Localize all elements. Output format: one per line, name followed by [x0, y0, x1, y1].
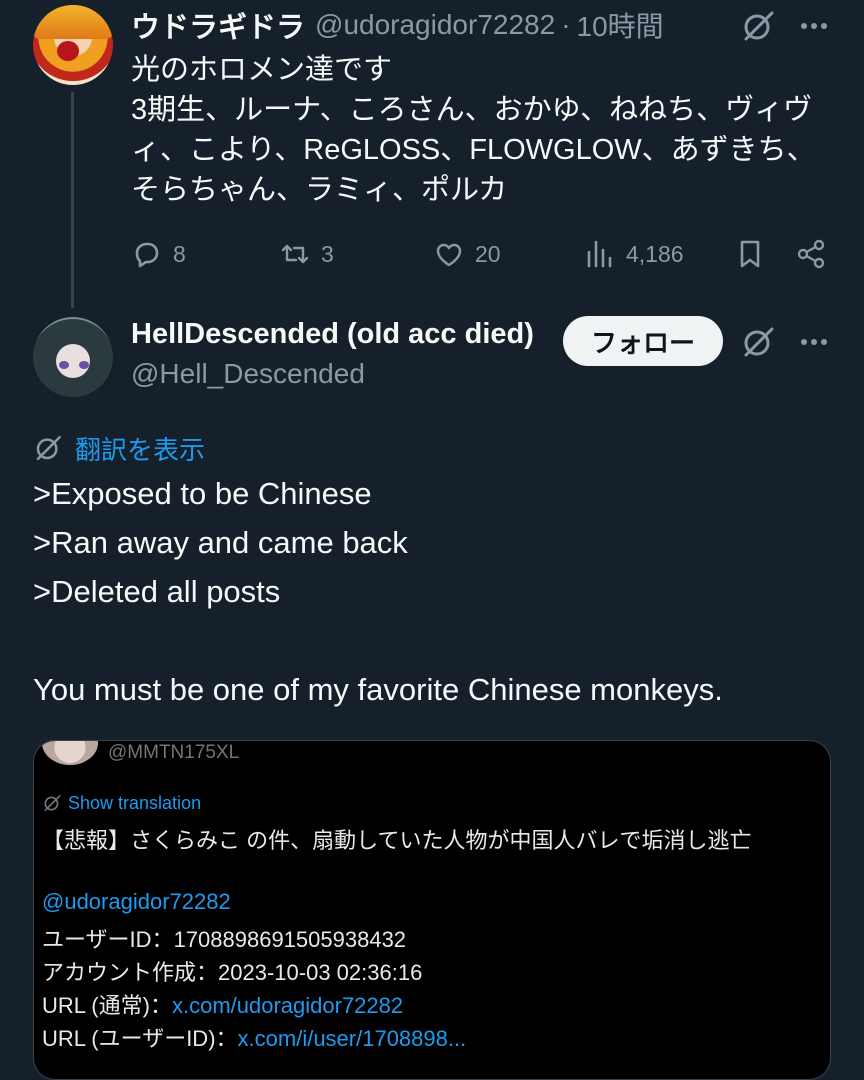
embedded-created-value: 2023-10-03 02:36:16 [218, 960, 423, 985]
like-count: 20 [475, 240, 501, 267]
display-name[interactable]: ウドラギドラ [131, 4, 305, 46]
tweet-text-line: You must be one of my favorite Chinese m… [33, 672, 723, 707]
grok-icon[interactable] [740, 8, 776, 44]
more-icon[interactable] [796, 8, 832, 44]
translate-link[interactable]: 翻訳を表示 [33, 428, 205, 468]
embedded-headline: 【悲報】さくらみこ の件、扇動していた人物が中国人バレで垢消し逃亡 [42, 828, 752, 853]
views-count: 4,186 [626, 240, 684, 267]
tweet-text: 光のホロメン達です 3期生、ルーナ、ころさん、おかゆ、ねねち、ヴィヴィ、こより、… [131, 54, 816, 206]
embedded-handle: @MMTN175XL [108, 742, 240, 763]
bookmark-icon [740, 240, 760, 268]
retweet-icon [281, 244, 309, 264]
embedded-url-normal-row: URL (通常)：x.com/udoragidor72282 [42, 988, 403, 1020]
embedded-translate-label: Show translation [68, 792, 202, 813]
reply-button[interactable]: 8 [131, 232, 186, 276]
embedded-translate: Show translation [42, 791, 201, 815]
tweet-actions: 8 3 20 4,186 [131, 232, 831, 276]
thread-line [71, 92, 74, 308]
embedded-url-normal-value: x.com/udoragidor72282 [171, 993, 404, 1018]
embedded-url-id-value: x.com/i/user/1708898... [237, 1026, 467, 1051]
avatar-detail [59, 361, 69, 369]
share-icon [797, 239, 825, 269]
embedded-userid-row: ユーザーID：1708898691505938432 [42, 922, 406, 954]
more-icon[interactable] [796, 324, 832, 360]
embedded-userid-label: ユーザーID： [42, 927, 174, 952]
embedded-mention: @udoragidor72282 [42, 889, 231, 914]
avatar-hair [33, 5, 113, 39]
translate-label[interactable]: 翻訳を表示 [75, 430, 205, 467]
separator: · [561, 9, 571, 40]
tweet-parent[interactable]: ウドラギドラ @udoragidor72282 · 10時間 光のホロメン達です… [0, 0, 864, 310]
embedded-url-normal-label: URL (通常)： [42, 993, 172, 1018]
like-icon [436, 243, 462, 267]
timestamp[interactable]: 10時間 [577, 5, 664, 45]
user-handle[interactable]: @udoragidor72282 [315, 9, 555, 41]
tweet-text-line: >Ran away and came back [33, 525, 408, 560]
attached-image[interactable]: @MMTN175XL Show translation 【悲報】さくらみこ の件… [33, 740, 831, 1080]
like-button[interactable]: 20 [433, 232, 501, 276]
tweet-header: ウドラギドラ @udoragidor72282 · 10時間 [131, 4, 664, 46]
embedded-created-row: アカウント作成：2023-10-03 02:36:16 [42, 955, 422, 987]
translate-icon [36, 435, 61, 461]
retweet-count: 3 [321, 240, 334, 267]
embedded-url-id-label: URL (ユーザーID)： [42, 1026, 238, 1051]
avatar [42, 741, 98, 765]
avatar-detail [79, 361, 89, 369]
tweet-text-line: >Exposed to be Chinese [33, 476, 372, 511]
grok-icon[interactable] [740, 324, 776, 360]
reply-count: 8 [173, 240, 186, 267]
follow-button[interactable]: フォロー [563, 316, 723, 366]
display-name[interactable]: HellDescended (old acc died) [131, 318, 534, 351]
tweet-text-line: >Deleted all posts [33, 574, 281, 609]
views-button[interactable]: 4,186 [584, 232, 684, 276]
user-handle[interactable]: @Hell_Descended [131, 358, 365, 390]
embedded-created-label: アカウント作成： [42, 960, 219, 985]
embedded-userid-value: 1708898691505938432 [173, 927, 407, 952]
views-icon [587, 240, 612, 268]
embedded-url-id-row: URL (ユーザーID)：x.com/i/user/1708898... [42, 1021, 466, 1053]
avatar-detail [57, 41, 79, 61]
retweet-button[interactable]: 3 [279, 232, 334, 276]
bookmark-button[interactable] [734, 232, 766, 276]
translate-icon [44, 794, 61, 812]
share-button[interactable] [795, 232, 827, 276]
reply-icon [135, 242, 159, 268]
avatar[interactable] [33, 317, 113, 397]
avatar[interactable] [33, 5, 113, 85]
